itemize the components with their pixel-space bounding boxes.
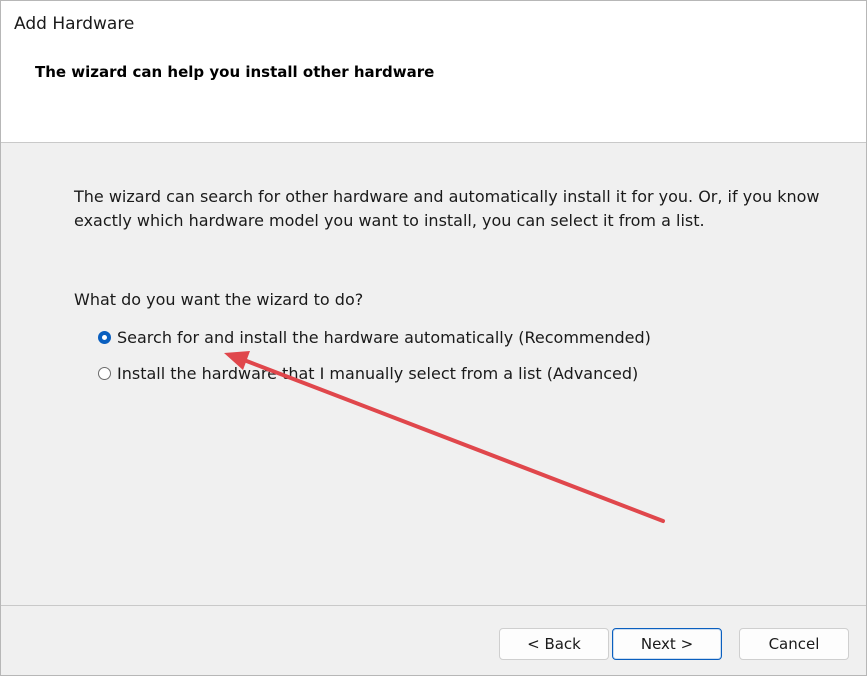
next-button[interactable]: Next > — [612, 628, 722, 660]
option-label: Install the hardware that I manually sel… — [117, 363, 639, 383]
wizard-header: Add Hardware The wizard can help you ins… — [1, 1, 866, 143]
back-button[interactable]: < Back — [499, 628, 609, 660]
radio-checked-icon[interactable] — [98, 330, 111, 344]
wizard-subtitle: The wizard can help you install other ha… — [35, 63, 435, 81]
option-automatic-install[interactable]: Search for and install the hardware auto… — [98, 325, 651, 349]
radio-unchecked-icon[interactable] — [98, 366, 111, 380]
wizard-question: What do you want the wizard to do? — [74, 290, 364, 309]
cancel-button[interactable]: Cancel — [739, 628, 849, 660]
footer-divider — [1, 605, 866, 606]
window-title: Add Hardware — [14, 14, 135, 34]
add-hardware-window: Add Hardware The wizard can help you ins… — [0, 0, 867, 676]
wizard-description: The wizard can search for other hardware… — [74, 187, 820, 230]
option-manual-install[interactable]: Install the hardware that I manually sel… — [98, 361, 638, 385]
option-label: Search for and install the hardware auto… — [117, 327, 651, 347]
